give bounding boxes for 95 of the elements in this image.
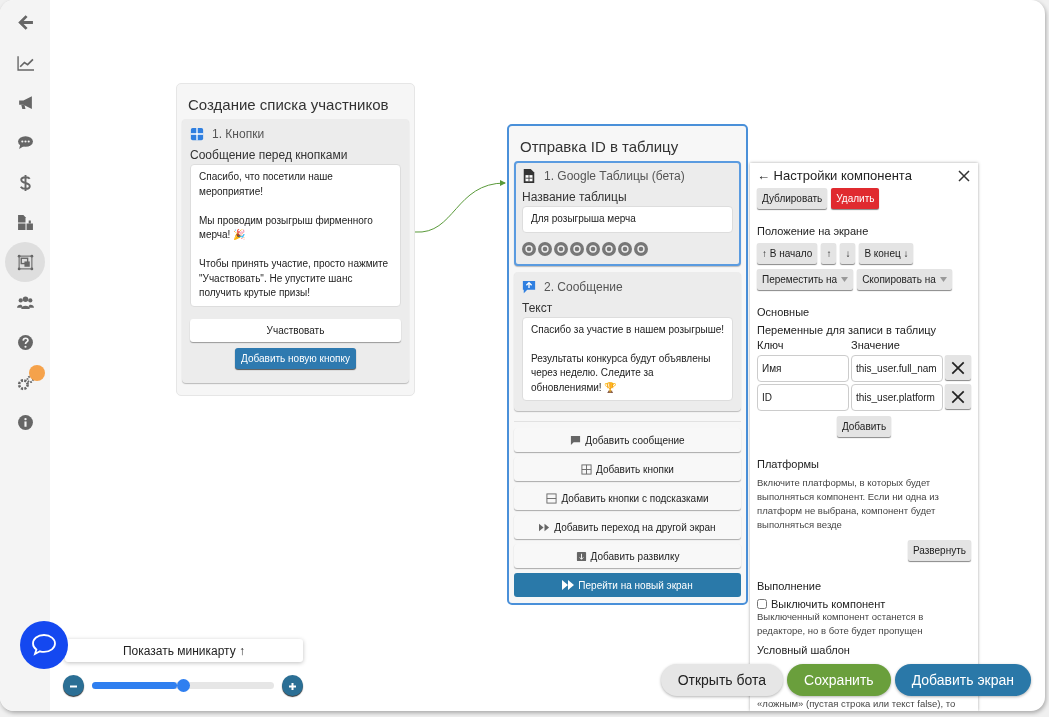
chart-icon	[16, 53, 34, 71]
reply-button[interactable]: Участвовать	[190, 318, 401, 342]
duplicate-button[interactable]: Дублировать	[757, 188, 828, 209]
component-card[interactable]: 1. Google Таблицы (бета) Название таблицы Для розыгрыша мерча	[514, 161, 741, 266]
hint-text: Выключенный компонент останется в редакторе, но в боте будет пропущен	[757, 610, 925, 638]
close-button[interactable]	[957, 168, 971, 183]
screen-title: Отправка ID в таблицу	[519, 137, 680, 157]
add-component-button[interactable]: Добавить кнопки	[514, 457, 741, 481]
remove-button[interactable]	[945, 355, 971, 380]
spreadsheet-icon	[522, 169, 536, 183]
platform-icon	[538, 241, 552, 256]
move-button[interactable]: В конец ↓	[859, 243, 914, 264]
field-label: Сообщение перед кнопками	[190, 148, 349, 162]
fast-forward-icon	[539, 521, 551, 533]
close-icon	[950, 389, 966, 405]
component-card[interactable]: 2. Сообщение Текст Спасибо за участие в нашем розыгрыше! Результаты конкурса будут объявлены через неделю. Следите за обновлениями! 🏆	[514, 271, 741, 411]
sidebar-item[interactable]	[5, 242, 45, 282]
key-field[interactable]: Имя	[757, 355, 849, 382]
megaphone-icon	[16, 93, 34, 111]
value-field[interactable]: this_user.full_nam	[851, 355, 943, 382]
platform-icon	[602, 241, 616, 256]
add-button[interactable]: Добавить новую кнопку	[235, 347, 356, 369]
open-bot-button[interactable]: Открыть бота	[660, 664, 784, 696]
move-button[interactable]: ↑	[821, 243, 837, 264]
section-title: Основные	[757, 306, 811, 318]
grid-icon	[581, 463, 593, 475]
chat-icon	[31, 633, 57, 657]
move-button[interactable]: ↓	[840, 243, 856, 264]
section-title: Положение на экране	[757, 225, 870, 237]
checkbox[interactable]	[757, 599, 767, 609]
platform-icon	[618, 241, 632, 256]
panel-title: ← Настройки компонента	[757, 168, 912, 183]
section-title: Условный шаблон	[757, 644, 851, 656]
field-label: Текст	[522, 300, 554, 315]
files-icon	[16, 213, 34, 231]
chat-button[interactable]	[20, 621, 68, 669]
screen-title: Создание списка участников	[187, 95, 390, 115]
component-title: 1. Google Таблицы (бета)	[544, 169, 685, 183]
platform-icon	[570, 241, 584, 256]
info-icon	[16, 413, 34, 431]
key-field[interactable]: ID	[757, 384, 849, 411]
remove-button[interactable]	[945, 384, 971, 409]
platform-icon	[634, 241, 648, 256]
fork-icon	[575, 550, 587, 562]
fast-forward-icon	[562, 580, 575, 590]
new-screen-button[interactable]: Перейти на новый экран	[514, 573, 741, 597]
chat-icon	[16, 133, 34, 151]
add-component-button[interactable]: Добавить развилку	[514, 544, 741, 568]
section-title: Выполнение	[757, 580, 823, 592]
hint-text: Включите платформы, в которых будет выполняться компонент. Если ни одна из платформ не выбрана, компонент будет выполняться везде	[757, 476, 940, 532]
column-header: Значение	[851, 339, 901, 351]
caret-icon	[939, 277, 947, 282]
zoom-slider[interactable]	[92, 682, 274, 689]
close-icon	[957, 168, 971, 183]
add-screen-button[interactable]: Добавить экран	[894, 664, 1031, 696]
zoom-in-button[interactable]	[282, 675, 303, 696]
text-field[interactable]: Для розыгрыша мерча	[522, 206, 733, 233]
dropdown-button[interactable]: Переместить на	[757, 269, 854, 290]
add-message-icon	[570, 434, 582, 446]
zoom-out-button[interactable]	[63, 675, 84, 696]
rows-icon	[546, 492, 558, 504]
expand-button[interactable]: Развернуть	[908, 540, 971, 561]
hint-text: «ложным» (пустая строка или текст false), то	[757, 697, 957, 711]
close-icon	[950, 360, 966, 376]
add-component-button[interactable]: Добавить кнопки с подсказками	[514, 486, 741, 510]
platform-icon	[554, 241, 568, 256]
checkbox-label: Выключить компонент	[771, 598, 886, 610]
value-field[interactable]: this_user.platform	[851, 384, 943, 411]
component-title: 2. Сообщение	[544, 279, 623, 294]
gears-icon	[16, 373, 34, 391]
component-card[interactable]	[182, 119, 409, 383]
move-button[interactable]: ↑ В начало	[757, 243, 818, 264]
add-button[interactable]: Добавить	[836, 416, 892, 437]
text-field[interactable]: Спасибо, что посетили наше мероприятие! Мы проводим розыгрыш фирменного мерча! 🎉 Чтобы принять участие, просто нажмите "Участвовать". Не упустите шанс получить крутые призы!	[190, 164, 401, 307]
platform-icon	[586, 241, 600, 256]
field-label: Название таблицы	[522, 190, 628, 204]
dropdown-button[interactable]: Скопировать на	[857, 269, 952, 290]
screen-icon	[16, 253, 34, 271]
minimap-button[interactable]: Показать миникарту ↑	[65, 639, 303, 662]
message-icon	[522, 279, 536, 294]
component-title: 1. Кнопки	[212, 127, 265, 141]
section-title: Платформы	[757, 458, 820, 470]
add-component-button[interactable]: Добавить переход на другой экран	[514, 515, 741, 539]
text-field[interactable]: Спасибо за участие в нашем розыгрыше! Результаты конкурса будут объявлены через неделю. Следите за обновлениями! 🏆	[522, 316, 733, 401]
back-icon	[16, 13, 34, 31]
grid-icon	[190, 127, 204, 141]
delete-button[interactable]: Удалить	[831, 188, 880, 209]
platform-icon	[522, 241, 536, 256]
add-component-button[interactable]: Добавить сообщение	[514, 428, 741, 452]
plus-icon	[287, 681, 298, 692]
column-header: Ключ	[757, 339, 785, 351]
field-label: Переменные для записи в таблицу	[757, 324, 938, 336]
caret-icon	[841, 277, 849, 282]
slider-thumb[interactable]	[177, 679, 190, 692]
help-icon	[16, 333, 34, 351]
